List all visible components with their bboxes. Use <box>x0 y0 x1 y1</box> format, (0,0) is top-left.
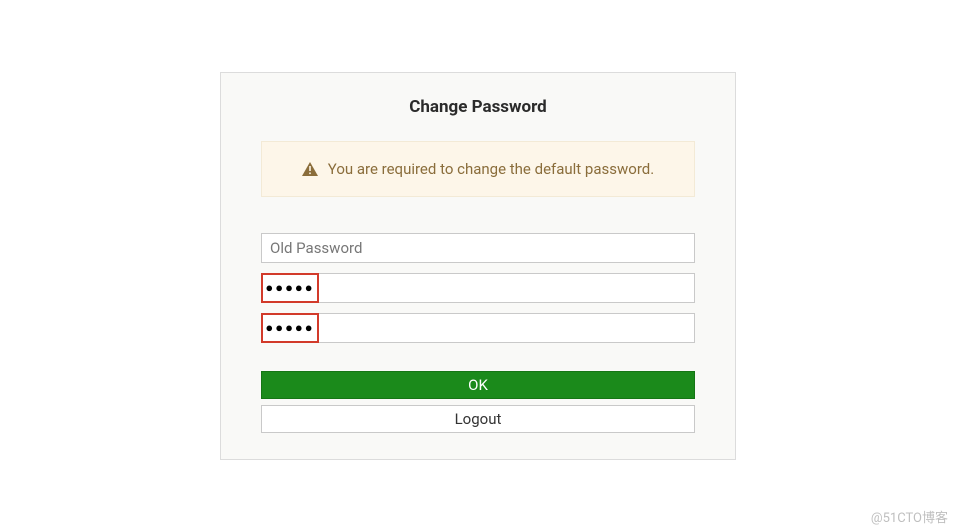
change-password-panel: Change Password You are required to chan… <box>220 72 736 460</box>
old-password-input[interactable] <box>261 233 695 263</box>
new-password-mask: ●●●●● <box>261 273 319 303</box>
confirm-password-group: ●●●●● <box>261 313 695 343</box>
watermark: @51CTO博客 <box>871 507 948 526</box>
logout-button[interactable]: Logout <box>261 405 695 433</box>
confirm-password-input[interactable] <box>319 314 694 342</box>
warning-alert: You are required to change the default p… <box>261 141 695 197</box>
panel-title: Change Password <box>261 97 695 117</box>
ok-button[interactable]: OK <box>261 371 695 399</box>
old-password-group <box>261 233 695 263</box>
alert-message: You are required to change the default p… <box>328 160 654 178</box>
warning-triangle-icon <box>302 162 318 176</box>
new-password-group: ●●●●● <box>261 273 695 303</box>
confirm-password-mask: ●●●●● <box>261 313 319 343</box>
button-area: OK Logout <box>261 371 695 433</box>
new-password-input[interactable] <box>319 274 694 302</box>
